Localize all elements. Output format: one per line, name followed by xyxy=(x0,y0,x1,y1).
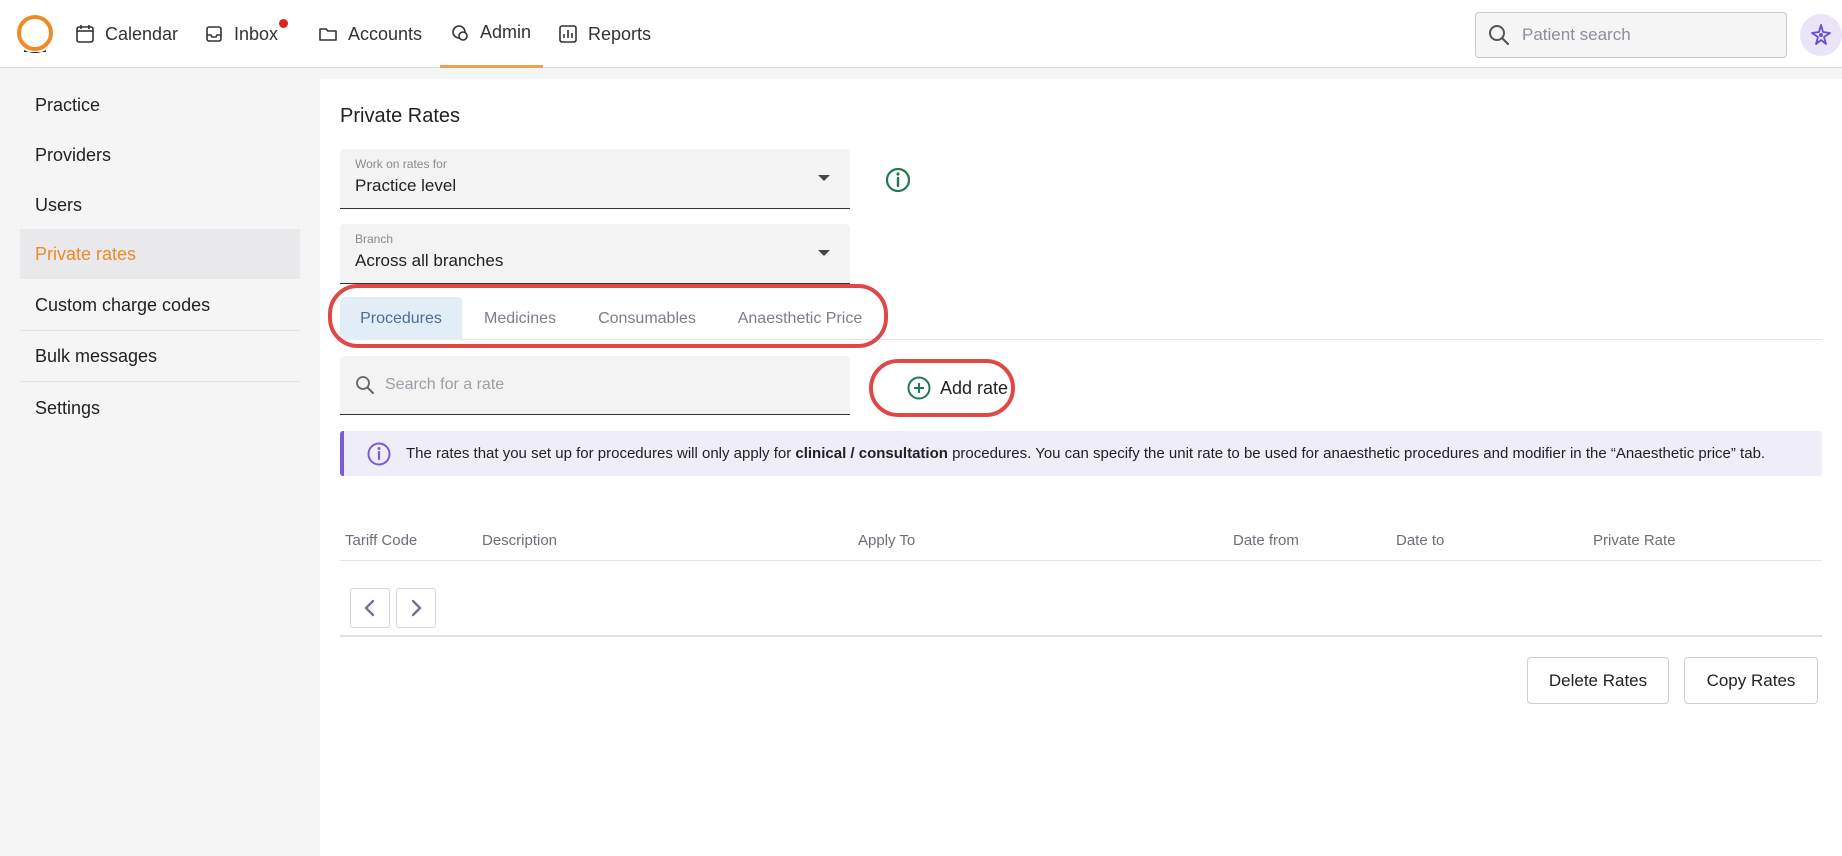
sidebar-item-custom-charge-codes[interactable]: Custom charge codes xyxy=(20,281,300,331)
search-icon xyxy=(356,376,374,394)
sidebar-item-label: Custom charge codes xyxy=(35,295,211,315)
reports-icon xyxy=(559,25,577,43)
tab-consumables[interactable]: Consumables xyxy=(578,297,716,340)
tab-label: Procedures xyxy=(360,309,442,327)
folder-icon xyxy=(319,28,337,41)
sidebar-item-label: Providers xyxy=(35,144,112,165)
nav-accounts[interactable]: Accounts xyxy=(318,0,422,68)
admin-icon xyxy=(452,24,468,41)
nav-reports-label: Reports xyxy=(588,23,652,44)
pagination xyxy=(350,588,436,628)
patient-search-input[interactable] xyxy=(1522,25,1762,45)
nav-inbox[interactable]: Inbox xyxy=(204,0,289,68)
delete-rates-button[interactable]: Delete Rates xyxy=(1527,657,1669,704)
top-nav: Calendar Inbox Accounts Admin Reports xyxy=(0,0,1842,68)
inbox-icon xyxy=(206,26,222,42)
nav-calendar-label: Calendar xyxy=(105,23,179,44)
table-divider xyxy=(340,635,1822,637)
work-on-rates-label: Work on rates for xyxy=(355,157,447,171)
tab-medicines[interactable]: Medicines xyxy=(462,297,578,340)
rate-tabs: Procedures Medicines Consumables Anaesth… xyxy=(340,297,1822,340)
sidebar-item-settings[interactable]: Settings xyxy=(20,383,300,433)
chevron-down-icon xyxy=(818,250,830,256)
info-icon xyxy=(367,442,391,465)
sidebar-item-private-rates[interactable]: Private rates xyxy=(20,229,300,279)
add-rate-label: Add rate xyxy=(940,377,1009,398)
nav-inbox-label: Inbox xyxy=(234,18,289,45)
branch-value: Across all branches xyxy=(355,251,504,270)
app-logo[interactable] xyxy=(14,14,56,56)
info-icon[interactable] xyxy=(884,166,912,194)
info-banner: The rates that you set up for procedures… xyxy=(340,431,1822,476)
column-header-private-rate[interactable]: Private Rate xyxy=(1593,519,1676,561)
sidebar-item-practice[interactable]: Practice xyxy=(20,80,300,130)
copy-rates-button[interactable]: Copy Rates xyxy=(1684,657,1818,704)
plus-circle-icon xyxy=(907,376,931,400)
search-icon xyxy=(1489,25,1510,46)
chevron-right-icon xyxy=(411,599,422,617)
rates-table-header: Tariff Code Description Apply To Date fr… xyxy=(340,519,1822,561)
sparkle-icon xyxy=(1811,24,1831,45)
column-header-date-from[interactable]: Date from xyxy=(1233,519,1299,561)
sidebar-item-users[interactable]: Users xyxy=(20,180,300,230)
column-header-description[interactable]: Description xyxy=(482,519,557,561)
previous-page-button[interactable] xyxy=(350,588,390,628)
nav-accounts-label: Accounts xyxy=(348,23,423,44)
work-on-rates-value: Practice level xyxy=(355,176,457,195)
column-header-tariff-code[interactable]: Tariff Code xyxy=(345,519,417,561)
branch-select[interactable]: Branch Across all branches xyxy=(340,224,850,284)
tab-label: Medicines xyxy=(483,309,557,327)
banner-text: The rates that you set up for procedures… xyxy=(406,445,1766,462)
add-rate-button[interactable]: Add rate xyxy=(888,363,1012,413)
nav-reports[interactable]: Reports xyxy=(558,0,651,68)
tab-label: Consumables xyxy=(598,309,696,327)
work-on-rates-select[interactable]: Work on rates for Practice level xyxy=(340,149,850,209)
admin-sidebar: Practice Providers Users Private rates C… xyxy=(0,69,318,856)
assistant-button[interactable] xyxy=(1800,14,1842,56)
column-header-apply-to[interactable]: Apply To xyxy=(858,519,915,561)
tab-procedures[interactable]: Procedures xyxy=(340,297,462,340)
sidebar-item-label: Users xyxy=(35,194,83,215)
main-panel: Private Rates Work on rates for Practice… xyxy=(320,79,1842,856)
nav-admin-label: Admin xyxy=(480,22,532,42)
sidebar-item-label: Practice xyxy=(35,94,101,115)
sidebar-item-label: Bulk messages xyxy=(35,346,158,366)
tab-anaesthetic-price[interactable]: Anaesthetic Price xyxy=(716,297,884,340)
sidebar-item-bulk-messages[interactable]: Bulk messages xyxy=(20,332,300,382)
calendar-icon xyxy=(76,25,94,43)
unread-dot xyxy=(279,18,289,28)
column-header-date-to[interactable]: Date to xyxy=(1396,519,1444,561)
chevron-left-icon xyxy=(364,599,375,617)
nav-calendar[interactable]: Calendar xyxy=(75,0,178,68)
next-page-button[interactable] xyxy=(396,588,436,628)
sidebar-item-label: Settings xyxy=(35,397,101,418)
sidebar-item-providers[interactable]: Providers xyxy=(20,130,300,180)
nav-admin[interactable]: Admin xyxy=(440,0,543,68)
tab-label: Anaesthetic Price xyxy=(737,309,863,327)
rate-search[interactable] xyxy=(340,356,850,415)
chevron-down-icon xyxy=(818,175,830,181)
branch-label: Branch xyxy=(355,232,394,246)
sidebar-item-label: Private rates xyxy=(35,243,137,264)
page-title: Private Rates xyxy=(340,105,461,127)
patient-search[interactable] xyxy=(1475,12,1787,58)
rate-search-input[interactable] xyxy=(385,376,825,394)
